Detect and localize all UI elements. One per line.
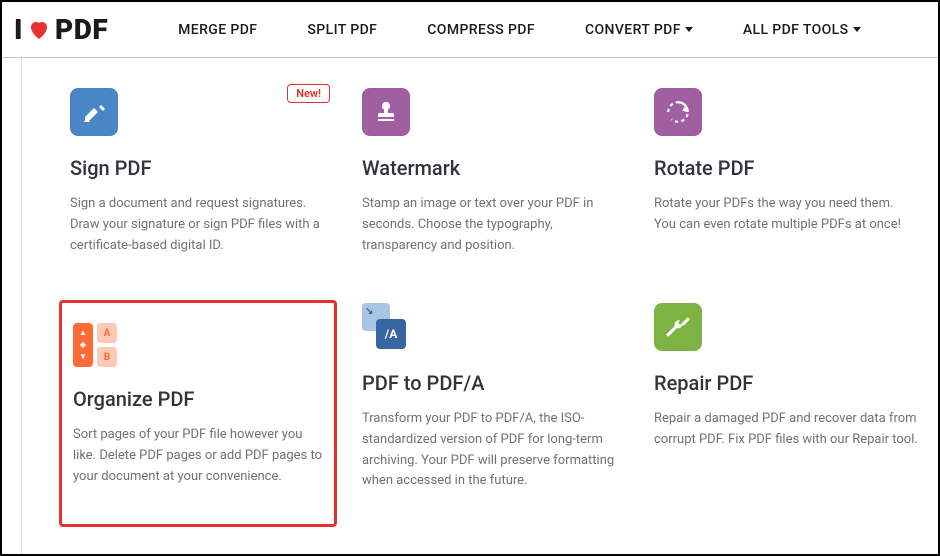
- card-repair-pdf[interactable]: Repair PDF Repair a damaged PDF and reco…: [646, 303, 926, 524]
- logo-suffix: PDF: [55, 13, 108, 46]
- card-title: Rotate PDF: [654, 156, 918, 180]
- sign-icon: [70, 88, 118, 136]
- stamp-icon: [362, 88, 410, 136]
- page-b-icon: B: [97, 347, 117, 367]
- logo-prefix: I: [14, 13, 23, 46]
- card-rotate-pdf[interactable]: Rotate PDF Rotate your PDFs the way you …: [646, 88, 926, 283]
- card-desc: Sort pages of your PDF file however you …: [73, 425, 323, 487]
- nav-split[interactable]: SPLIT PDF: [307, 22, 377, 38]
- new-badge: New!: [287, 84, 330, 103]
- card-title: Sign PDF: [70, 156, 334, 180]
- logo[interactable]: I PDF: [14, 13, 108, 46]
- card-pdf-to-pdfa[interactable]: ↘ /A PDF to PDF/A Transform your PDF to …: [354, 303, 634, 524]
- nav-merge[interactable]: MERGE PDF: [178, 22, 257, 38]
- page-a-icon: A: [97, 323, 117, 343]
- rotate-icon: [654, 88, 702, 136]
- nav-convert[interactable]: CONVERT PDF: [585, 22, 693, 38]
- organize-icon: ▲◆▼ A B: [73, 323, 323, 367]
- main-nav: MERGE PDF SPLIT PDF COMPRESS PDF CONVERT…: [178, 22, 860, 38]
- card-organize-pdf[interactable]: ▲◆▼ A B Organize PDF Sort pages of your …: [59, 300, 337, 527]
- card-desc: Sign a document and request signatures. …: [70, 194, 334, 256]
- card-title: Organize PDF: [73, 387, 323, 411]
- nav-compress[interactable]: COMPRESS PDF: [427, 22, 535, 38]
- card-sign-pdf[interactable]: New! Sign PDF Sign a document and reques…: [62, 88, 342, 283]
- card-title: PDF to PDF/A: [362, 371, 626, 395]
- card-watermark[interactable]: Watermark Stamp an image or text over yo…: [354, 88, 634, 283]
- nav-all-label: ALL PDF TOOLS: [743, 22, 849, 38]
- card-desc: Repair a damaged PDF and recover data fr…: [654, 409, 918, 451]
- card-desc: Transform your PDF to PDF/A, the ISO-sta…: [362, 409, 626, 492]
- nav-all-tools[interactable]: ALL PDF TOOLS: [743, 22, 861, 38]
- card-title: Repair PDF: [654, 371, 918, 395]
- heart-icon: [25, 18, 53, 42]
- pdfa-badge: /A: [376, 319, 406, 349]
- chevron-down-icon: [685, 27, 693, 32]
- tool-grid: New! Sign PDF Sign a document and reques…: [22, 58, 938, 554]
- sidebar-gutter: [2, 58, 22, 554]
- card-title: Watermark: [362, 156, 626, 180]
- card-desc: Stamp an image or text over your PDF in …: [362, 194, 626, 256]
- chevron-down-icon: [853, 27, 861, 32]
- nav-convert-label: CONVERT PDF: [585, 22, 681, 38]
- header: I PDF MERGE PDF SPLIT PDF COMPRESS PDF C…: [2, 2, 938, 58]
- card-desc: Rotate your PDFs the way you need them. …: [654, 194, 918, 236]
- content: New! Sign PDF Sign a document and reques…: [2, 58, 938, 554]
- repair-icon: [654, 303, 702, 351]
- pdfa-icon: ↘ /A: [362, 303, 410, 351]
